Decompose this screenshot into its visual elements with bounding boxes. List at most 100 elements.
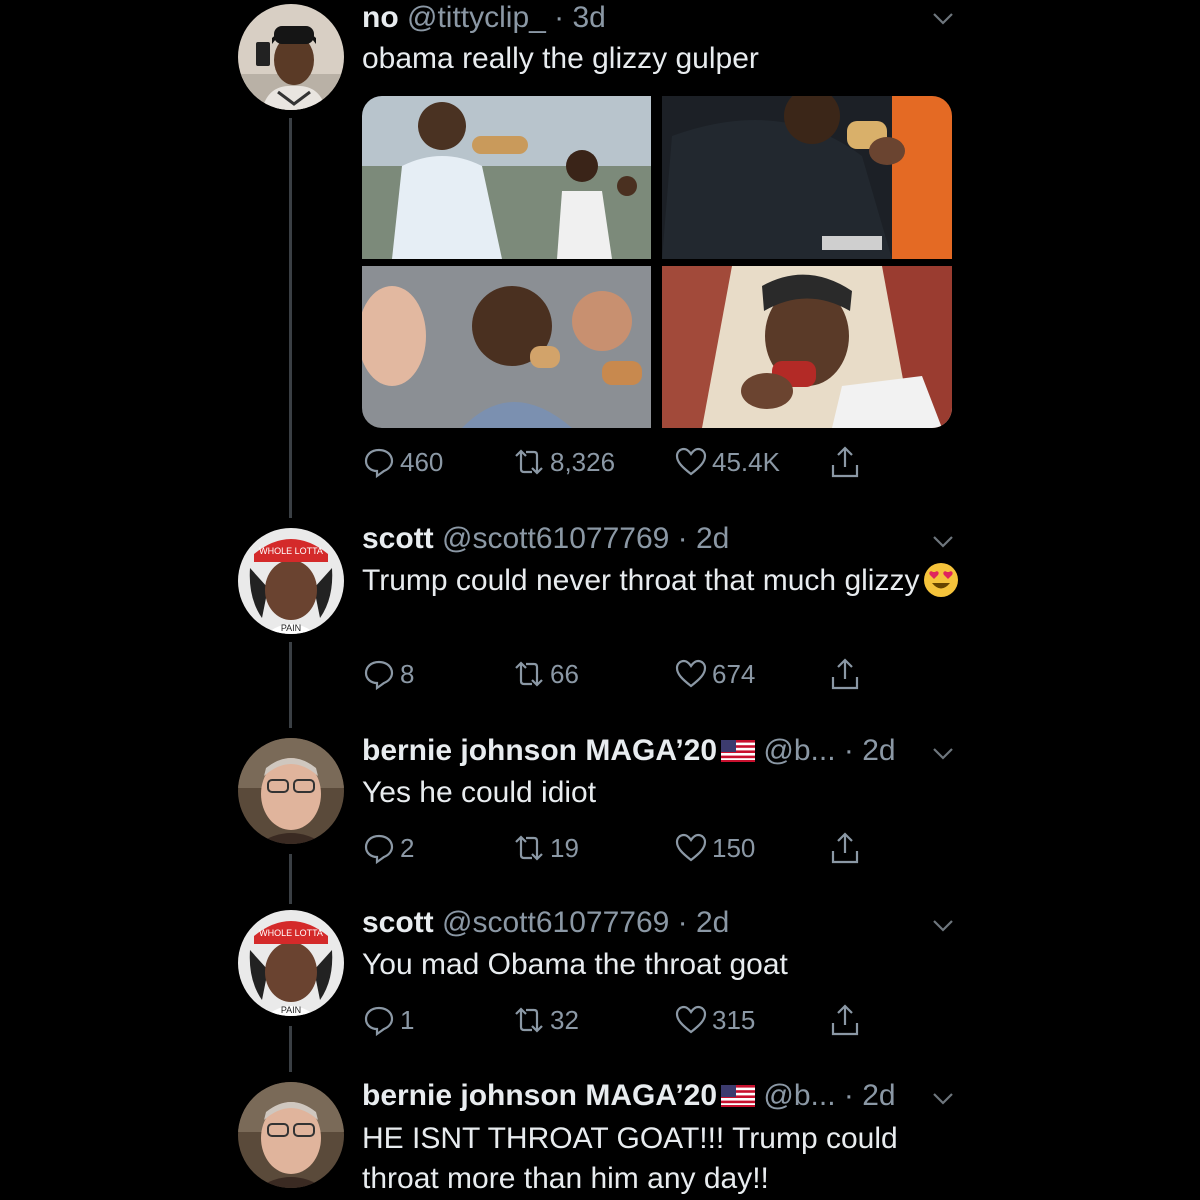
like-icon — [675, 1005, 707, 1034]
separator: · — [545, 1, 573, 34]
cap-text: WHOLE LOTTA — [259, 928, 323, 938]
reply-button[interactable]: 8 — [362, 654, 414, 694]
share-button[interactable] — [828, 1000, 866, 1040]
reply-icon — [364, 660, 394, 691]
avatar-scott[interactable]: WHOLE LOTTA PAIN — [238, 528, 344, 634]
shirt-text: PAIN — [281, 1005, 301, 1015]
like-button[interactable]: 315 — [674, 1000, 755, 1040]
chevron-down-icon[interactable] — [930, 528, 956, 554]
reply-count: 460 — [400, 446, 444, 477]
share-icon — [831, 446, 859, 478]
thread-line-4 — [289, 1026, 292, 1072]
reply-button[interactable]: 2 — [362, 828, 414, 868]
like-icon — [675, 447, 707, 476]
like-icon — [675, 833, 707, 862]
photo-4[interactable] — [662, 266, 952, 428]
like-button[interactable]: 674 — [674, 654, 755, 694]
photo-2[interactable] — [662, 96, 952, 259]
retweet-count: 32 — [550, 1004, 579, 1035]
display-name[interactable]: scott — [362, 522, 434, 555]
timestamp[interactable]: 2d — [862, 734, 895, 767]
timestamp[interactable]: 3d — [573, 1, 606, 34]
like-count: 315 — [712, 1004, 756, 1035]
tweet-header: scott @scott61077769 · 2d — [362, 521, 729, 557]
tweet-text-content: Trump could never throat that much glizz… — [362, 564, 920, 597]
retweet-count: 19 — [550, 832, 579, 863]
user-handle[interactable]: @scott61077769 — [442, 522, 669, 555]
chevron-down-icon[interactable] — [930, 740, 956, 766]
chevron-down-icon[interactable] — [930, 5, 956, 31]
retweet-icon — [515, 1007, 543, 1033]
timestamp[interactable]: 2d — [696, 906, 729, 939]
photo-3[interactable] — [362, 266, 651, 428]
retweet-button[interactable]: 8,326 — [512, 442, 615, 482]
tweet-text: Trump could never throat that much glizz… — [362, 560, 962, 602]
share-button[interactable] — [828, 828, 866, 868]
reply-button[interactable]: 1 — [362, 1000, 414, 1040]
tweet-text-line-2: throat more than him any day!! — [362, 1162, 769, 1195]
retweet-button[interactable]: 19 — [512, 828, 579, 868]
thread-line-3 — [289, 854, 292, 904]
like-button[interactable]: 150 — [674, 828, 755, 868]
tweet-header: no @tittyclip_ · 3d — [362, 0, 606, 36]
tweet-text: obama really the glizzy gulper — [362, 42, 759, 75]
tweet-header: bernie johnson MAGA’20 @b... · 2d — [362, 733, 896, 769]
share-icon — [831, 1004, 859, 1036]
retweet-button[interactable]: 32 — [512, 1000, 579, 1040]
reply-count: 2 — [400, 832, 415, 863]
cap-text: WHOLE LOTTA — [259, 546, 323, 556]
tweet-text: You mad Obama the throat goat — [362, 948, 788, 981]
photo-1[interactable] — [362, 96, 651, 259]
reply-icon — [364, 834, 394, 865]
like-count: 674 — [712, 658, 756, 689]
reply-count: 1 — [400, 1004, 415, 1035]
heart-eyes-emoji — [924, 563, 959, 597]
user-handle[interactable]: @b... — [763, 1079, 835, 1112]
share-icon — [831, 658, 859, 690]
avatar-bernie[interactable] — [238, 1082, 344, 1188]
user-handle[interactable]: @scott61077769 — [442, 906, 669, 939]
tweet-actions: 460 8,326 45.4K — [362, 442, 882, 482]
display-name[interactable]: bernie johnson MAGA’20 — [362, 1079, 717, 1112]
user-handle[interactable]: @b... — [763, 734, 835, 767]
thread-line-2 — [289, 642, 292, 728]
retweet-icon — [515, 449, 543, 475]
like-button[interactable]: 45.4K — [674, 442, 780, 482]
tweet-header: bernie johnson MAGA’20 @b... · 2d — [362, 1078, 896, 1114]
timestamp[interactable]: 2d — [696, 522, 729, 555]
display-name[interactable]: no — [362, 1, 399, 34]
separator: · — [835, 734, 863, 767]
tweet-text-line-1: HE ISNT THROAT GOAT!!! Trump could — [362, 1122, 898, 1155]
reply-icon — [364, 448, 394, 479]
separator: · — [835, 1079, 863, 1112]
retweet-button[interactable]: 66 — [512, 654, 579, 694]
us-flag-icon — [721, 740, 756, 762]
tweet-actions: 2 19 150 — [362, 828, 882, 868]
user-handle[interactable]: @tittyclip_ — [407, 1, 546, 34]
media-grid[interactable] — [362, 96, 952, 428]
shirt-text: PAIN — [281, 623, 301, 633]
separator: · — [669, 522, 696, 555]
reply-button[interactable]: 460 — [362, 442, 443, 482]
like-icon — [675, 659, 707, 688]
retweet-icon — [515, 835, 543, 861]
avatar-bernie[interactable] — [238, 738, 344, 844]
avatar-scott[interactable]: WHOLE LOTTA PAIN — [238, 910, 344, 1016]
display-name[interactable]: scott — [362, 906, 434, 939]
tweet-actions: 8 66 674 — [362, 654, 882, 694]
chevron-down-icon[interactable] — [930, 1085, 956, 1111]
reply-icon — [364, 1006, 394, 1037]
display-name[interactable]: bernie johnson MAGA’20 — [362, 734, 717, 767]
like-count: 45.4K — [712, 446, 780, 477]
share-button[interactable] — [828, 654, 866, 694]
tweet-text: Yes he could idiot — [362, 776, 597, 809]
timestamp[interactable]: 2d — [862, 1079, 895, 1112]
share-icon — [831, 832, 859, 864]
reply-count: 8 — [400, 658, 415, 689]
retweet-icon — [515, 661, 543, 687]
avatar-no[interactable] — [238, 4, 344, 110]
tweet-actions: 1 32 315 — [362, 1000, 882, 1040]
chevron-down-icon[interactable] — [930, 912, 956, 938]
share-button[interactable] — [828, 442, 866, 482]
retweet-count: 66 — [550, 658, 579, 689]
